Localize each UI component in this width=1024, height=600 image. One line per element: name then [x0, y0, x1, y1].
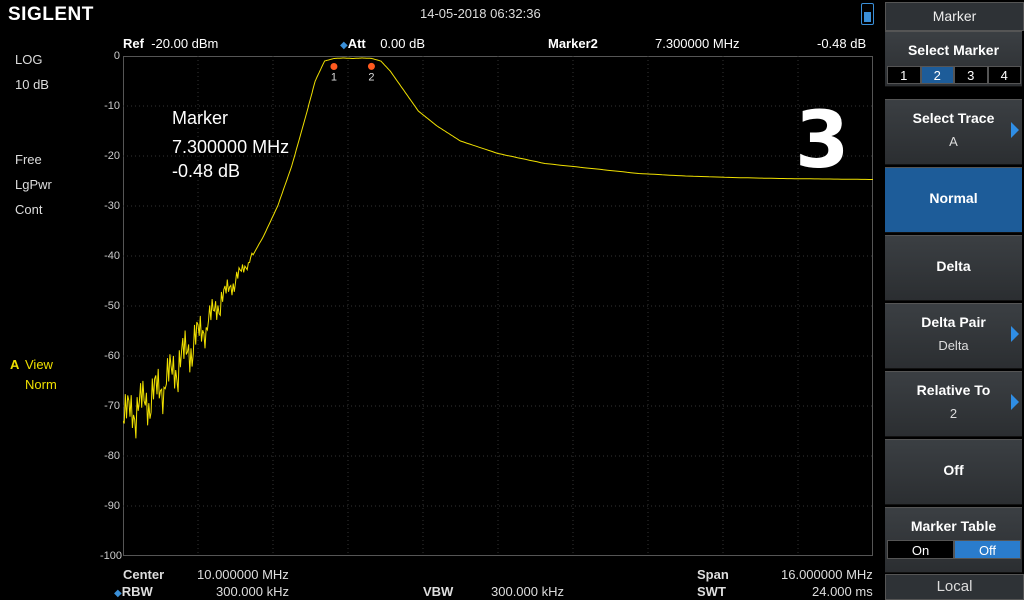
panel-title: Marker	[885, 2, 1024, 31]
delta-label: Delta	[936, 258, 971, 274]
select-trace-key[interactable]: Select Trace A	[885, 99, 1022, 165]
rbw-label: ◆RBW	[114, 584, 153, 599]
off-label: Off	[943, 462, 964, 478]
center-label: Center	[123, 567, 165, 582]
span-value[interactable]: 16.000000 MHz	[781, 567, 873, 582]
y-tick-80: -80	[104, 450, 120, 462]
diamond-icon: ◆	[114, 588, 122, 599]
marker-option-4[interactable]: 4	[987, 66, 1021, 84]
chevron-right-icon	[1011, 326, 1019, 342]
marker-1-label: 1	[331, 72, 337, 84]
vbw-value[interactable]: 300.000 kHz	[491, 584, 564, 599]
ref-label: Ref	[123, 36, 144, 51]
y-tick-0: 0	[113, 50, 120, 62]
marker-readout-freq: 7.300000 MHz	[655, 36, 740, 51]
rbw-value[interactable]: 300.000 kHz	[216, 584, 289, 599]
y-tick-10: -10	[104, 100, 120, 112]
delta-key[interactable]: Delta	[885, 235, 1022, 301]
relative-to-value: 2	[949, 406, 958, 421]
marker-table-label: Marker Table	[910, 518, 997, 534]
sweep-mode: Cont	[15, 202, 43, 217]
off-key[interactable]: Off	[885, 439, 1022, 505]
marker-table-on[interactable]: On	[887, 540, 954, 559]
trigger-mode: Free	[15, 152, 42, 167]
ref-value: -20.00 dBm	[151, 36, 219, 51]
select-trace-value: A	[949, 134, 958, 149]
select-marker-label: Select Marker	[907, 42, 1000, 58]
marker-2-point	[367, 62, 375, 70]
y-tick-60: -60	[104, 350, 120, 362]
relative-to-key[interactable]: Relative To 2	[885, 371, 1022, 437]
marker-2-label: 2	[368, 71, 374, 83]
select-marker-key[interactable]: Select Marker 1 2 3 4	[885, 31, 1022, 87]
delta-pair-value: Delta	[938, 338, 969, 353]
detector-mode: LgPwr	[15, 177, 52, 192]
softkey-panel: Marker Select Marker 1 2 3 4 Select Trac…	[885, 0, 1024, 600]
marker-annotation-level: -0.48 dB	[172, 161, 241, 181]
delta-pair-key[interactable]: Delta Pair Delta	[885, 303, 1022, 369]
marker-1-point	[330, 63, 338, 70]
swt-value[interactable]: 24.000 ms	[812, 584, 873, 599]
normal-key[interactable]: Normal	[885, 167, 1022, 233]
y-tick-50: -50	[104, 300, 120, 312]
normal-label: Normal	[929, 190, 978, 206]
y-tick-20: -20	[104, 150, 120, 162]
center-value[interactable]: 10.000000 MHz	[197, 567, 289, 582]
y-tick-30: -30	[104, 200, 120, 212]
plot-grid	[123, 56, 873, 556]
y-tick-40: -40	[104, 250, 120, 262]
spectrum-plot[interactable]: 12	[123, 56, 873, 556]
marker-layer: 12	[330, 62, 375, 84]
select-trace-label: Select Trace	[912, 110, 995, 126]
marker-option-2[interactable]: 2	[920, 66, 954, 84]
scale-div: 10 dB	[15, 77, 49, 92]
marker-option-3[interactable]: 3	[954, 66, 988, 84]
brand-logo: SIGLENT	[8, 4, 94, 25]
marker-readout-level: -0.48 dB	[817, 36, 867, 51]
trace-view: View	[25, 357, 53, 372]
span-label: Span	[697, 567, 729, 582]
marker-table-off[interactable]: Off	[954, 540, 1021, 559]
usb-icon	[861, 3, 874, 25]
overlay-number: 3	[795, 96, 850, 186]
y-tick-90: -90	[104, 500, 120, 512]
attenuation[interactable]: ◆Att 0.00 dB	[340, 36, 425, 51]
marker-readout-label: Marker2	[548, 36, 598, 51]
chevron-right-icon	[1011, 394, 1019, 410]
relative-to-label: Relative To	[916, 382, 991, 398]
local-button[interactable]: Local	[885, 574, 1024, 600]
marker-selector: 1 2 3 4	[887, 66, 1021, 84]
marker-annotation-title: Marker	[172, 108, 229, 128]
y-tick-100: -100	[100, 550, 123, 562]
marker-table-toggle: On Off	[887, 540, 1021, 559]
vbw-label: VBW	[423, 584, 454, 599]
diamond-icon: ◆	[340, 40, 348, 51]
y-tick-70: -70	[104, 400, 120, 412]
swt-label: SWT	[697, 584, 726, 599]
trace-mode: Norm	[25, 377, 57, 392]
ref-level[interactable]: Ref -20.00 dBm	[123, 36, 218, 51]
chevron-right-icon	[1011, 122, 1019, 138]
delta-pair-label: Delta Pair	[921, 314, 986, 330]
marker-annotation-freq: 7.300000 MHz	[172, 137, 290, 157]
trace-letter: A	[10, 357, 20, 372]
att-label: Att	[347, 36, 366, 51]
att-value: 0.00 dB	[380, 36, 426, 51]
marker-option-1[interactable]: 1	[887, 66, 921, 84]
scale-type: LOG	[15, 52, 43, 67]
datetime: 14-05-2018 06:32:36	[420, 6, 541, 21]
